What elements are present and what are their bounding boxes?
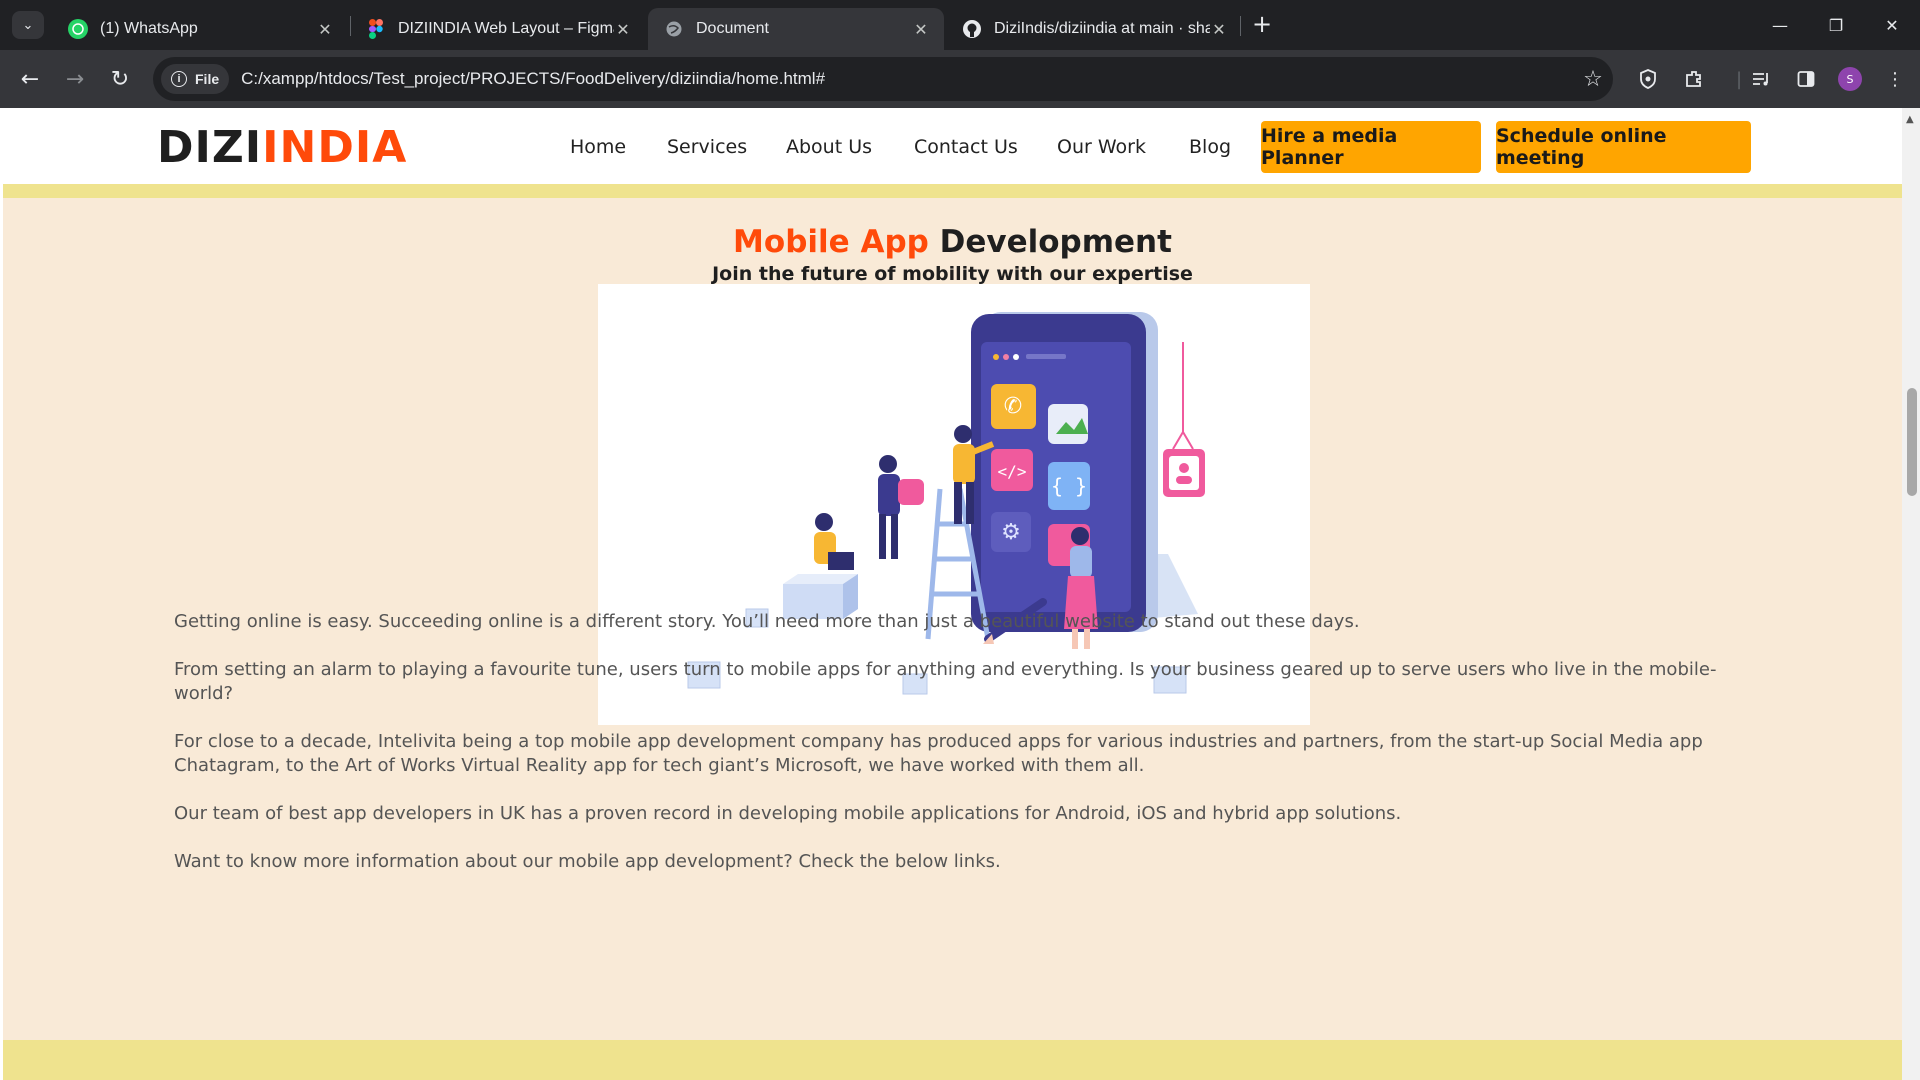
minimize-icon: —	[1772, 15, 1788, 35]
menu-kebab-icon[interactable]: ⋮	[1880, 64, 1910, 94]
heading-rest: Development	[939, 224, 1172, 260]
paragraph-5: Want to know more information about our …	[174, 851, 1001, 872]
nav-blog[interactable]: Blog	[1189, 136, 1231, 158]
paragraph-4: Our team of best app developers in UK ha…	[174, 803, 1402, 824]
github-icon	[962, 19, 982, 39]
forward-button[interactable]: →	[59, 63, 91, 95]
site-navbar: DIZIINDIA Home Services About Us Contact…	[3, 108, 1902, 198]
shield-extension-icon[interactable]	[1633, 64, 1663, 94]
svg-text:{ }: { }	[1051, 474, 1087, 498]
whatsapp-icon	[68, 19, 88, 39]
reload-icon: ↻	[110, 66, 130, 92]
close-icon[interactable]: ✕	[912, 20, 930, 39]
page-viewport: DIZIINDIA Home Services About Us Contact…	[0, 108, 1920, 1080]
next-section-band	[3, 1040, 1902, 1080]
arrow-right-icon: →	[65, 66, 85, 92]
hire-media-planner-button[interactable]: Hire a media Planner	[1261, 121, 1481, 173]
close-icon[interactable]: ✕	[1210, 20, 1228, 39]
tab-title: DiziIndis/diziindia at main · shar	[994, 20, 1210, 37]
bookmark-star-icon[interactable]: ☆	[1573, 67, 1613, 92]
nav-services[interactable]: Services	[667, 136, 747, 158]
site-info-chip[interactable]: i File	[161, 64, 230, 94]
svg-text:</>: </>	[998, 462, 1027, 481]
tab-strip: ⌄ (1) WhatsApp ✕ DIZIINDIA Web Layout – …	[0, 0, 1920, 50]
restore-icon: ❐	[1828, 15, 1844, 35]
scrollbar-thumb[interactable]	[1907, 388, 1917, 496]
nav-contact-us[interactable]: Contact Us	[914, 136, 1018, 158]
paragraph-2: From setting an alarm to playing a favou…	[174, 659, 1717, 704]
url-text[interactable]: C:/xampp/htdocs/Test_project/PROJECTS/Fo…	[241, 69, 1573, 89]
tab-title: DIZIINDIA Web Layout – Figma	[398, 20, 614, 37]
paragraph-1: Getting online is easy. Succeeding onlin…	[174, 611, 1360, 632]
section-heading: Mobile App Development	[3, 224, 1902, 260]
browser-toolbar: ← → ↻ i File C:/xampp/htdocs/Test_projec…	[0, 50, 1920, 108]
close-icon[interactable]: ✕	[614, 20, 632, 39]
address-bar[interactable]: i File C:/xampp/htdocs/Test_project/PROJ…	[153, 57, 1613, 101]
svg-text:✆: ✆	[1004, 394, 1022, 419]
file-chip-label: File	[195, 71, 220, 87]
tab-figma[interactable]: DIZIINDIA Web Layout – Figma ✕	[350, 8, 646, 50]
back-button[interactable]: ←	[14, 63, 46, 95]
plus-icon: +	[1251, 10, 1273, 38]
site-logo[interactable]: DIZIINDIA	[157, 122, 407, 173]
reload-button[interactable]: ↻	[104, 63, 136, 95]
page-scrollbar[interactable]: ▲	[1902, 108, 1920, 1080]
scroll-up-arrow-icon[interactable]: ▲	[1906, 114, 1914, 125]
tab-title: (1) WhatsApp	[100, 20, 198, 37]
restore-button[interactable]: ❐	[1808, 0, 1864, 50]
paragraph-3: For close to a decade, Intelivita being …	[174, 731, 1703, 776]
close-icon: ✕	[1885, 15, 1899, 35]
minimize-button[interactable]: —	[1752, 0, 1808, 50]
side-panel-icon[interactable]	[1791, 64, 1821, 94]
tab-title: Document	[696, 20, 769, 37]
arrow-left-icon: ←	[20, 66, 40, 92]
new-tab-button[interactable]: +	[1248, 10, 1276, 38]
close-window-button[interactable]: ✕	[1864, 0, 1920, 50]
tab-document[interactable]: Document ✕	[648, 8, 944, 50]
tab-github[interactable]: DiziIndis/diziindia at main · shar ✕	[946, 8, 1242, 50]
page-content: DIZIINDIA Home Services About Us Contact…	[3, 108, 1902, 1080]
svg-text:⚙: ⚙	[1001, 520, 1021, 545]
nav-about-us[interactable]: About Us	[786, 136, 872, 158]
close-icon[interactable]: ✕	[316, 20, 334, 39]
figma-icon	[366, 19, 386, 39]
profile-avatar[interactable]: S	[1838, 67, 1862, 91]
section-subheading: Join the future of mobility with our exp…	[712, 263, 1193, 285]
chevron-down-icon: ⌄	[22, 17, 34, 33]
info-icon: i	[171, 71, 187, 87]
globe-icon	[664, 19, 684, 39]
logo-part-india: INDIA	[262, 122, 408, 173]
nav-home[interactable]: Home	[570, 136, 626, 158]
media-control-icon[interactable]	[1746, 64, 1776, 94]
tab-separator	[1240, 16, 1241, 36]
tab-whatsapp[interactable]: (1) WhatsApp ✕	[52, 8, 348, 50]
nav-our-work[interactable]: Our Work	[1057, 136, 1146, 158]
tab-search-button[interactable]: ⌄	[12, 11, 44, 39]
extensions-puzzle-icon[interactable]	[1679, 64, 1709, 94]
heading-highlight: Mobile App	[733, 224, 929, 260]
logo-part-dizi: DIZI	[157, 122, 263, 173]
schedule-meeting-button[interactable]: Schedule online meeting	[1496, 121, 1751, 173]
